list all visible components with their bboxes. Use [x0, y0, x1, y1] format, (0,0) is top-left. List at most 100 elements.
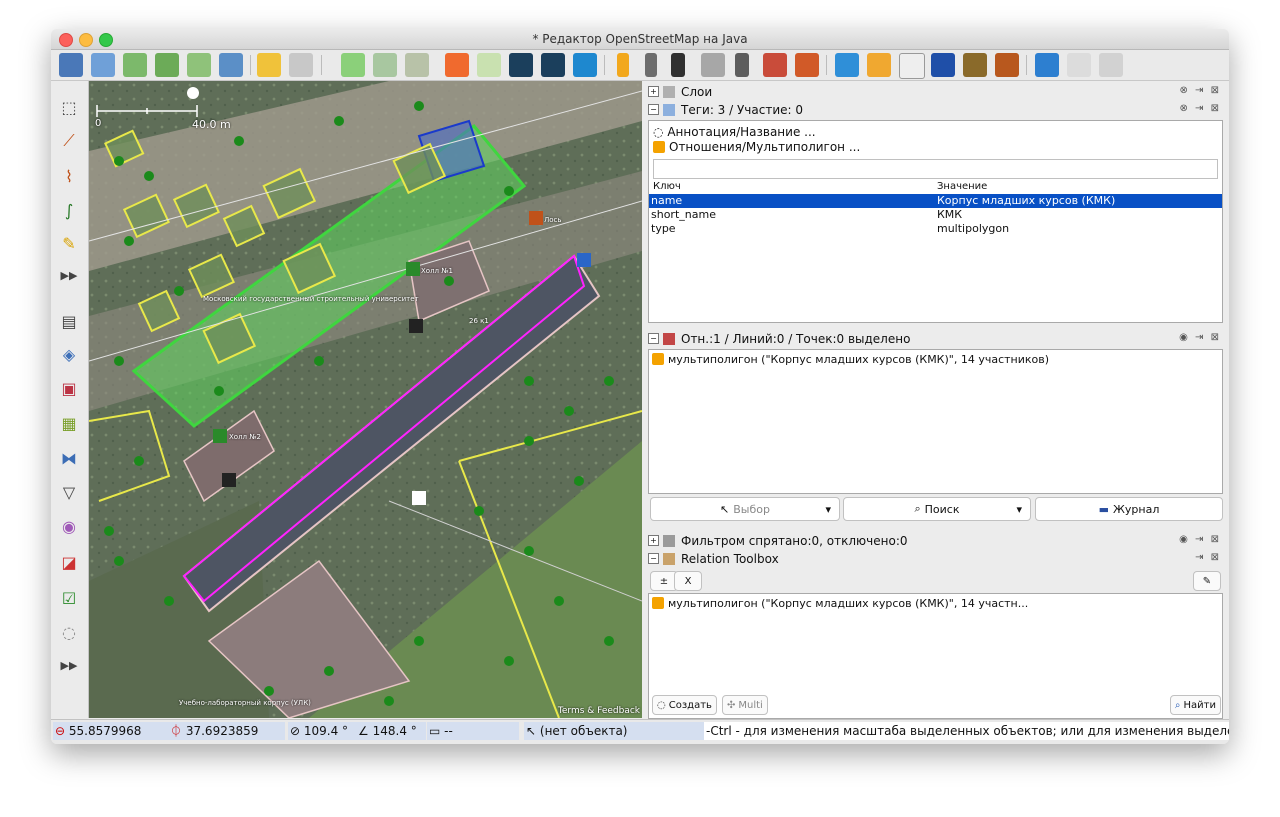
table-row[interactable]: short_name КМК — [649, 208, 1222, 222]
preset-railway-icon[interactable] — [795, 53, 819, 77]
tags-table-header: Ключ Значение — [649, 180, 1222, 194]
create-relation-button[interactable]: ◌ Создать — [652, 695, 717, 715]
collapse-toggle-icon[interactable]: − — [648, 553, 659, 564]
table-row[interactable]: name Корпус младших курсов (КМК) — [649, 194, 1222, 208]
tag-key: type — [651, 222, 676, 235]
filter-toggle-icon[interactable]: ▽ — [58, 481, 80, 503]
layers-panel-header[interactable]: + Слои ⊗ ⇥ ⊠ — [648, 83, 1221, 100]
preset-industrial-icon[interactable] — [963, 53, 987, 77]
value-column-header[interactable]: Значение — [937, 180, 987, 194]
create-icon: ◌ — [657, 699, 666, 711]
distance-field: ▭ -- — [427, 722, 519, 740]
tags-toggle-icon[interactable]: ◈ — [58, 343, 80, 365]
redo-icon[interactable] — [289, 53, 313, 77]
tags-panel-header[interactable]: − Теги: 3 / Участие: 0 ⊗ ⇥ ⊠ — [648, 101, 1221, 118]
find-relation-button[interactable]: ⌕ Найти — [1169, 695, 1221, 715]
panel-controls-icon[interactable]: ⊗ ⇥ ⊠ — [1180, 103, 1222, 114]
list-item[interactable]: мультиполигон ("Корпус младших курсов (К… — [652, 353, 1049, 366]
list-item[interactable]: мультиполигон ("Корпус младших курсов (К… — [652, 597, 1028, 610]
preset-door-icon[interactable] — [671, 53, 685, 77]
preset-gate-icon[interactable] — [701, 53, 725, 77]
search-preset-2-icon[interactable] — [1099, 53, 1123, 77]
history-button[interactable]: ▬ Журнал — [1035, 497, 1223, 521]
more-panels-icon[interactable]: ▶▶ — [58, 654, 80, 676]
pencil-icon[interactable]: ✎ — [58, 232, 80, 254]
zoom-fit-icon[interactable] — [341, 53, 365, 77]
annotation-preset-link[interactable]: ◌ Аннотация/Название ... — [653, 125, 816, 139]
conflict-toggle-icon[interactable]: ⧓ — [58, 447, 80, 469]
preset-brick-icon[interactable] — [763, 53, 787, 77]
wikipedia-toggle-icon[interactable]: ◌ — [58, 621, 80, 643]
select-button[interactable]: ↖ Выбор ▾ — [650, 497, 840, 521]
remove-member-icon[interactable]: X — [674, 571, 702, 591]
tracer2-icon[interactable] — [541, 53, 565, 77]
expand-toggle-icon[interactable]: + — [648, 535, 659, 546]
terms-link[interactable]: Terms & Feedback — [558, 706, 640, 716]
tag-key: short_name — [651, 208, 716, 221]
multipolygon-icon — [653, 141, 665, 153]
draw-way-icon[interactable]: ⌇ — [58, 165, 80, 187]
collapse-toggle-icon[interactable]: − — [648, 104, 659, 115]
relations-toggle-icon[interactable]: ▣ — [58, 377, 80, 399]
table-row[interactable]: type multipolygon — [649, 222, 1222, 236]
open-file-icon[interactable] — [91, 53, 115, 77]
preset-peak-icon[interactable] — [995, 53, 1019, 77]
search-button[interactable]: ⌕ Поиск ▾ — [843, 497, 1031, 521]
tag-search-input[interactable] — [653, 159, 1218, 179]
preset-shop-icon[interactable] — [867, 53, 891, 77]
bing-icon[interactable] — [573, 53, 597, 77]
tag-value: КМК — [937, 208, 963, 221]
undo-icon[interactable] — [257, 53, 281, 77]
preset-waterway-icon[interactable] — [1035, 53, 1059, 77]
save-icon[interactable] — [123, 53, 147, 77]
filter-panel-header[interactable]: + Фильтром спрятано:0, отключено:0 ◉ ⇥ ⊠ — [648, 532, 1221, 549]
preset-bed-icon[interactable] — [835, 53, 859, 77]
osm-icon[interactable] — [445, 53, 469, 77]
heading-icon: ⊘ — [290, 724, 301, 738]
search-layer-icon[interactable] — [477, 53, 501, 77]
selection-list: мультиполигон ("Корпус младших курсов (К… — [648, 349, 1223, 494]
search-preset-icon[interactable] — [1067, 53, 1091, 77]
preset-wall-icon[interactable] — [645, 53, 657, 77]
panel-controls-icon[interactable]: ◉ ⇥ ⊠ — [1179, 332, 1221, 343]
title-bar: * Редактор OpenStreetMap на Java — [51, 29, 1229, 50]
panel-controls-icon[interactable]: ◉ ⇥ ⊠ — [1179, 534, 1221, 545]
layers-toggle-icon[interactable]: ▤ — [58, 310, 80, 332]
edit-relation-icon[interactable]: ✎ — [1193, 571, 1221, 591]
preset-barrier-icon[interactable] — [617, 53, 629, 77]
preset-bollard-icon[interactable] — [735, 53, 749, 77]
tracer-icon[interactable] — [509, 53, 533, 77]
changeset-toggle-icon[interactable]: ☑ — [58, 587, 80, 609]
preset-sport-icon[interactable] — [899, 53, 925, 79]
draw-line-icon[interactable]: ⟋ — [58, 130, 80, 152]
preset-number-icon[interactable] — [931, 53, 955, 77]
zoom-data-icon[interactable] — [373, 53, 397, 77]
collapse-toggle-icon[interactable]: − — [648, 333, 659, 344]
select-tool-icon[interactable]: ⬚ — [58, 96, 80, 118]
expand-toggle-icon[interactable]: + — [648, 86, 659, 97]
improve-way-icon[interactable]: ∫ — [58, 199, 80, 221]
ruler-icon: ▭ — [429, 724, 441, 738]
panel-controls-icon[interactable]: ⇥ ⊠ — [1195, 552, 1221, 563]
filter-icon — [663, 534, 675, 547]
upload-icon[interactable] — [187, 53, 211, 77]
poi-holl1-icon — [406, 262, 420, 276]
multi-button[interactable]: ✣ Multi — [722, 695, 768, 715]
selection-panel-header[interactable]: − Отн.:1 / Линий:0 / Точек:0 выделено ◉ … — [648, 330, 1221, 347]
key-column-header[interactable]: Ключ — [653, 180, 681, 194]
new-layer-icon[interactable] — [59, 53, 83, 77]
selection-toggle-icon[interactable]: ▦ — [58, 412, 80, 434]
wms-icon[interactable] — [405, 53, 429, 77]
map-canvas[interactable] — [89, 81, 642, 718]
download-icon[interactable] — [219, 53, 243, 77]
scale-label: 40.0 m — [192, 118, 231, 131]
map-view[interactable]: 0 40.0 m Лось Холл №1 Холл №2 Московский… — [89, 81, 642, 718]
save-as-icon[interactable] — [155, 53, 179, 77]
style-toggle-icon[interactable]: ◉ — [58, 515, 80, 537]
more-tools-icon[interactable]: ▶▶ — [58, 264, 80, 286]
map-label-house: 26 к1 — [469, 317, 489, 325]
validation-toggle-icon[interactable]: ◪ — [58, 551, 80, 573]
relation-preset-link[interactable]: Отношения/Мультиполигон ... — [653, 140, 860, 154]
panel-controls-icon[interactable]: ⊗ ⇥ ⊠ — [1180, 85, 1222, 96]
relation-toolbox-header[interactable]: − Relation Toolbox ⇥ ⊠ — [648, 550, 1221, 567]
